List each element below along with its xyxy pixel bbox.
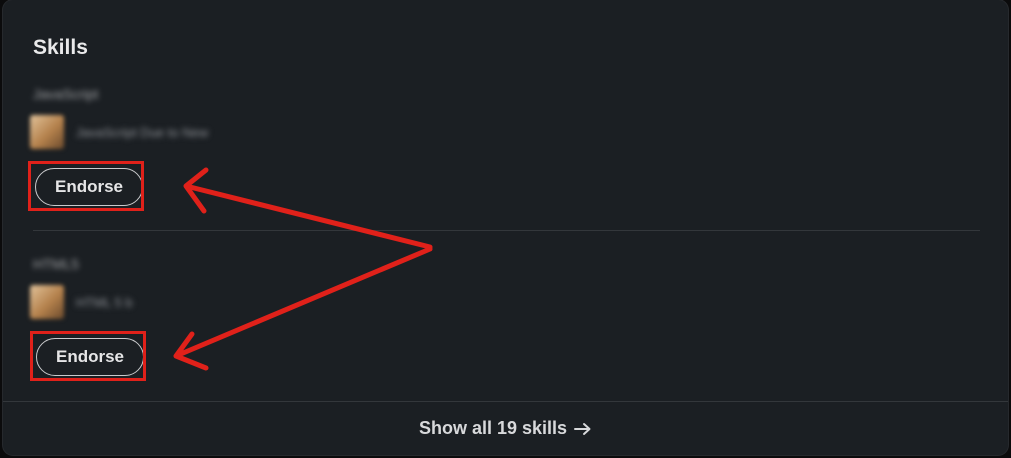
skill-name[interactable]: HTML5	[33, 256, 79, 272]
show-all-label: Show all 19 skills	[418, 418, 568, 438]
endorser-row: JavaScript Due to New	[30, 114, 208, 150]
endorser-text: JavaScript Due to New	[76, 124, 209, 140]
arrow-right-icon	[574, 422, 591, 435]
skills-card: Skills JavaScript JavaScript Due to New …	[3, 0, 1008, 455]
skill-divider	[33, 230, 980, 231]
skill-name[interactable]: JavaScript	[33, 86, 98, 102]
endorse-button[interactable]: Endorse	[36, 338, 144, 376]
show-all-skills-link[interactable]: Show all 19 skills	[3, 402, 1008, 455]
endorser-text: HTML 5 b	[76, 294, 133, 310]
endorser-thumbnail	[30, 115, 64, 149]
endorser-row: HTML 5 b	[30, 284, 133, 320]
endorse-button[interactable]: Endorse	[35, 168, 143, 206]
section-title: Skills	[33, 36, 88, 59]
endorser-thumbnail	[30, 285, 64, 319]
